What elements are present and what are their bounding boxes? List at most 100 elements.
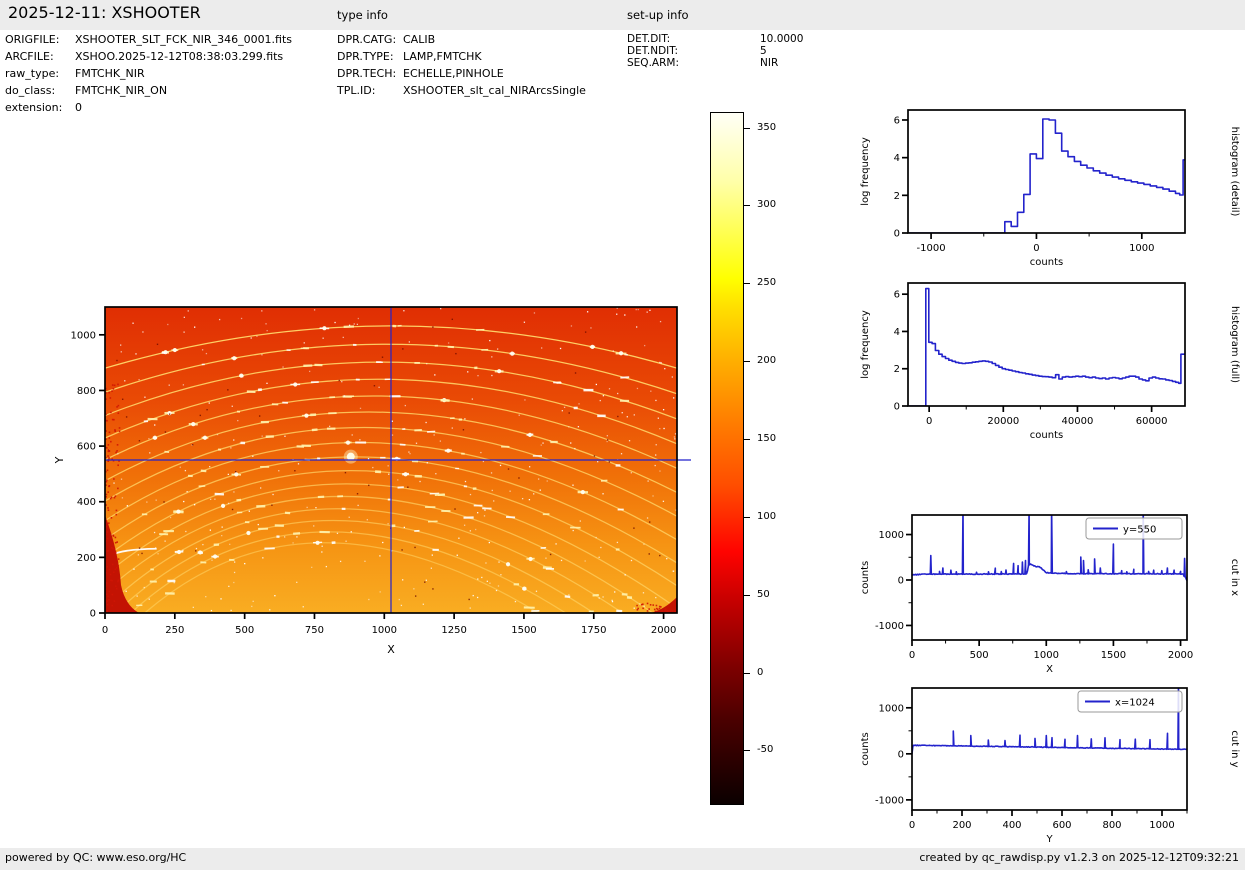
meta-label: ORIGFILE:: [5, 33, 59, 46]
tick-label: 600: [1052, 820, 1071, 831]
colorbar-tick: [744, 283, 750, 284]
tick-label: 1500: [1101, 650, 1126, 661]
tick-label: 750: [305, 625, 324, 636]
tick-label: 4: [894, 153, 900, 164]
tick-label: 0: [909, 820, 915, 831]
section-header-setup-info: set-up info: [627, 8, 689, 22]
colorbar: 350300250200150100500-50: [710, 112, 830, 805]
tick-label: 0: [926, 416, 932, 427]
tick-label: 1000: [1149, 820, 1174, 831]
tick-label: 600: [77, 442, 96, 453]
main-image-svg: 0250500750100012501500175020000200400600…: [50, 295, 700, 675]
meta-value: CALIB: [403, 33, 435, 46]
meta-value: LAMP,FMTCHK: [403, 50, 482, 63]
hist-full-svg: 0 20000 40000 60000 0 2 4 6 counts log frequency h…: [855, 268, 1245, 446]
side-label: histogram (detail): [1229, 127, 1240, 217]
tick-label: 1000: [372, 625, 397, 636]
x-axis-label: Y: [1045, 834, 1053, 845]
tick-label: 250: [165, 625, 184, 636]
meta-label: extension:: [5, 101, 62, 114]
y-axis-label: counts: [860, 561, 871, 594]
colorbar-tick-label: 150: [757, 433, 776, 444]
tick-label: 0: [894, 402, 900, 413]
tick-label: 4: [894, 327, 900, 338]
colorbar-tick-label: 50: [757, 589, 770, 600]
tick-label: 1000: [879, 703, 904, 714]
meta-label: DET.NDIT:: [627, 45, 678, 57]
colorbar-tick: [744, 439, 750, 440]
tick-label: 2000: [651, 625, 676, 636]
meta-value: 5: [760, 45, 767, 57]
tick-label: 60000: [1136, 416, 1168, 427]
tick-label: 0: [894, 229, 900, 240]
tick-label: 800: [77, 386, 96, 397]
tick-label: 2: [894, 364, 900, 375]
colorbar-tick-label: 350: [757, 122, 776, 133]
tick-label: 400: [1002, 820, 1021, 831]
meta-value: FMTCHK_NIR: [75, 67, 145, 80]
meta-value: XSHOOTER_slt_cal_NIRArcsSingle: [403, 84, 586, 97]
cut-in-y-plot: 0 200 400 600 800 1000 -1000 0 1000 Ycounts cut in…: [855, 673, 1245, 863]
meta-label: raw_type:: [5, 67, 59, 80]
legend: y=550: [1086, 518, 1182, 539]
meta-value: XSHOO.2025-12-12T08:38:03.299.fits: [75, 50, 283, 63]
meta-label: TPL.ID:: [337, 84, 375, 97]
tick-label: 0: [898, 749, 904, 760]
meta-label: DPR.TYPE:: [337, 50, 394, 63]
x-axis-label: counts: [1030, 257, 1063, 268]
x-axis-label: counts: [1030, 430, 1063, 441]
legend-label: x=1024: [1115, 698, 1155, 709]
tick-label: 20000: [987, 416, 1019, 427]
tick-label: 200: [952, 820, 971, 831]
tick-label: 1000: [879, 530, 904, 541]
y-axis-label: counts: [860, 732, 871, 765]
qc-report-page: 2025-12-11: XSHOOTER type info set-up in…: [0, 0, 1245, 870]
colorbar-tick: [744, 128, 750, 129]
tick-label: 6: [894, 290, 900, 301]
tick-label: 1750: [581, 625, 606, 636]
meta-value: 10.0000: [760, 33, 803, 45]
legend-label: y=550: [1123, 525, 1156, 536]
meta-label: ARCFILE:: [5, 50, 54, 63]
footer-created-by: created by qc_rawdisp.py v1.2.3 on 2025-…: [919, 851, 1239, 864]
meta-label: DPR.TECH:: [337, 67, 396, 80]
tick-label: 1500: [511, 625, 536, 636]
tick-label: 1000: [71, 330, 96, 341]
cut-x-svg: 0500100015002000-100001000Xcountscut in …: [855, 500, 1245, 690]
side-label: cut in x: [1229, 559, 1240, 596]
tick-label: 0: [102, 625, 108, 636]
side-label: cut in y: [1229, 730, 1240, 767]
tick-label: 200: [77, 553, 96, 564]
cut-in-x-plot: 0500100015002000-100001000Xcountscut in …: [855, 500, 1245, 690]
meta-value: ECHELLE,PINHOLE: [403, 67, 504, 80]
colorbar-tick: [744, 750, 750, 751]
y-axis-label: log frequency: [860, 310, 871, 379]
tick-label: 1250: [441, 625, 466, 636]
tick-label: -1000: [875, 621, 904, 632]
y-axis-label: log frequency: [860, 137, 871, 206]
tick-label: 2000: [1168, 650, 1193, 661]
x-axis-label: X: [387, 643, 395, 656]
colorbar-gradient: [710, 112, 744, 805]
colorbar-tick: [744, 361, 750, 362]
colorbar-tick: [744, 673, 750, 674]
tick-label: 1000: [1129, 243, 1154, 254]
tick-label: 500: [970, 650, 989, 661]
tick-label: 800: [1102, 820, 1121, 831]
tick-label: -1000: [875, 795, 904, 806]
meta-label: do_class:: [5, 84, 55, 97]
histogram-full-plot: 0 20000 40000 60000 0 2 4 6 counts log frequency h…: [855, 268, 1245, 446]
side-label: histogram (full): [1229, 306, 1240, 383]
meta-value: XSHOOTER_SLT_FCK_NIR_346_0001.fits: [75, 33, 292, 46]
footer-powered-by: powered by QC: www.eso.org/HC: [5, 851, 186, 864]
tick-label: 0: [1033, 243, 1039, 254]
tick-label: -1000: [917, 243, 946, 254]
tick-label: 40000: [1062, 416, 1094, 427]
colorbar-tick-label: -50: [757, 744, 773, 755]
tick-label: 2: [894, 191, 900, 202]
tick-label: 0: [90, 609, 96, 620]
legend: x=1024: [1078, 691, 1182, 712]
colorbar-tick-label: 100: [757, 511, 776, 522]
main-detector-image-plot: 0250500750100012501500175020000200400600…: [50, 295, 700, 675]
section-header-type-info: type info: [337, 8, 388, 22]
